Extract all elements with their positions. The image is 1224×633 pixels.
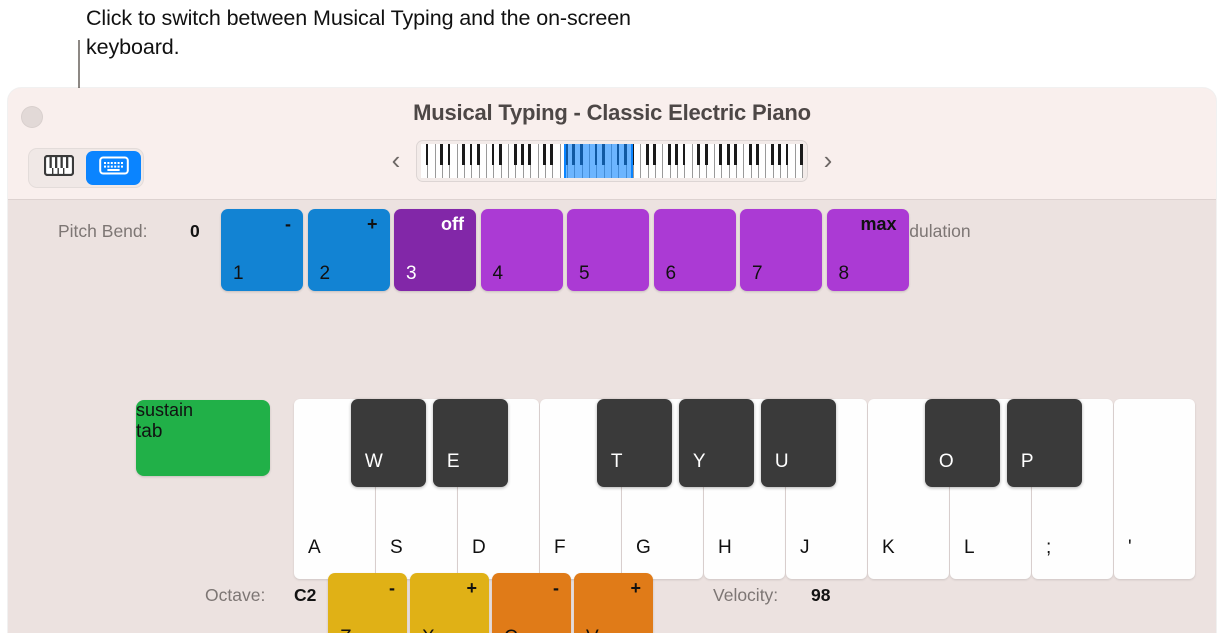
pitch-bend-label: Pitch Bend: — [58, 221, 148, 241]
key-char-label: V — [586, 628, 599, 633]
piano-white-key-label: L — [964, 537, 975, 558]
callout-text: Click to switch between Musical Typing a… — [86, 6, 631, 59]
piano-black-key-label: Y — [692, 451, 706, 472]
octave-next-arrow[interactable]: › — [818, 147, 838, 176]
mini-keyboard-overview[interactable] — [416, 140, 808, 182]
pitch-bend-value: 0 — [190, 221, 200, 241]
key-char-label: Z — [340, 628, 352, 633]
piano-black-key-label: E — [446, 451, 460, 472]
piano-black-key-label: W — [364, 451, 383, 472]
key-function-label: off — [441, 214, 464, 234]
piano-black-key[interactable]: O — [924, 399, 1000, 487]
mini-white-key — [479, 144, 488, 178]
computer-keyboard-icon — [98, 155, 129, 181]
mini-white-key — [531, 144, 539, 178]
piano-black-key-label: P — [1020, 451, 1034, 472]
octave-prev-arrow[interactable]: ‹ — [386, 147, 406, 176]
mini-white-key — [758, 144, 767, 178]
key-x[interactable]: +X — [410, 573, 489, 633]
piano-white-key-label: J — [800, 537, 810, 558]
piano-white-key-label: ; — [1046, 537, 1052, 558]
key-char-label: 4 — [492, 263, 504, 284]
mini-white-key — [604, 144, 612, 178]
mini-white-key — [736, 144, 745, 178]
piano-white-key-label: F — [554, 537, 566, 558]
sustain-function-label: sustain — [136, 400, 194, 420]
piano-mode-button[interactable] — [31, 151, 86, 185]
key-char-label: 5 — [579, 263, 590, 284]
window-titlebar: Musical Typing - Classic Electric Piano — [8, 88, 1216, 200]
piano-black-key[interactable]: W — [350, 399, 426, 487]
key-function-label: + — [366, 214, 378, 234]
key-function-label: - — [553, 578, 559, 598]
key-char-label: 3 — [406, 263, 417, 284]
piano-black-key-label: O — [938, 451, 954, 472]
mini-white-key — [707, 144, 715, 178]
piano-keys-icon — [43, 154, 74, 181]
key-char-label: C — [504, 628, 518, 633]
key-number-7[interactable]: 7 — [740, 209, 822, 291]
piano-black-key[interactable]: Y — [678, 399, 754, 487]
musical-typing-window: Musical Typing - Classic Electric Piano — [8, 88, 1216, 633]
mode-switch-group — [28, 148, 144, 188]
key-v[interactable]: +V — [574, 573, 653, 633]
velocity-value: 98 — [811, 585, 831, 605]
piano-black-key[interactable]: E — [432, 399, 508, 487]
mini-white-key — [501, 144, 510, 178]
key-function-label: max — [860, 214, 897, 234]
mini-white-key — [553, 144, 561, 178]
musical-typing-body: Pitch Bend: 0 Modulation -1 +2 off 3 4 5 6 7 max… — [8, 201, 1216, 633]
piano-white-key-label: S — [390, 537, 403, 558]
mini-white-key — [685, 144, 693, 178]
key-char-label: 6 — [665, 263, 677, 284]
piano-white-key-label: H — [718, 537, 732, 558]
piano-white-key-label: ' — [1128, 537, 1132, 558]
piano-white-key-label: D — [472, 537, 486, 558]
key-char-label: 1 — [233, 263, 244, 284]
piano-key-area: A S D F G H J K L; ' W E T Y U O P — [294, 399, 1196, 579]
mini-white-key — [428, 144, 436, 178]
octave-label: Octave: — [205, 585, 266, 605]
sustain-key-label: tab — [136, 421, 163, 442]
key-function-label: + — [466, 578, 477, 598]
mini-white-key — [788, 144, 796, 178]
key-number-5[interactable]: 5 — [567, 209, 649, 291]
mini-keyboard-keys — [421, 144, 803, 178]
piano-black-key[interactable]: P — [1006, 399, 1082, 487]
piano-white-key-label: K — [882, 537, 895, 558]
mini-black-key — [800, 144, 803, 166]
window-title: Musical Typing - Classic Electric Piano — [413, 100, 811, 125]
key-char-label: 8 — [838, 263, 850, 284]
key-function-label: - — [285, 214, 291, 234]
key-char-label: X — [422, 628, 435, 633]
piano-white-key-label: A — [308, 537, 321, 558]
typing-mode-button[interactable] — [86, 151, 141, 185]
piano-black-key-label: T — [610, 451, 623, 472]
piano-black-key[interactable]: T — [596, 399, 672, 487]
key-number-6[interactable]: 6 — [653, 209, 736, 291]
key-number-8[interactable]: max 8 — [826, 209, 909, 291]
key-z[interactable]: -Z — [328, 573, 407, 633]
key-number-2[interactable]: +2 — [307, 209, 390, 291]
piano-black-key[interactable]: U — [760, 399, 836, 487]
key-sustain-tab[interactable]: sustain tab — [136, 400, 270, 476]
mini-white-key — [582, 144, 590, 178]
piano-white-key-label: G — [636, 537, 651, 558]
velocity-label: Velocity: — [713, 585, 779, 605]
key-number-4[interactable]: 4 — [480, 209, 563, 291]
mini-white-key — [656, 144, 664, 178]
key-function-label: - — [389, 578, 395, 598]
key-char-label: 2 — [319, 263, 331, 284]
key-number-3[interactable]: off 3 — [394, 209, 476, 291]
key-c[interactable]: -C — [492, 573, 571, 633]
key-function-label: + — [630, 578, 641, 598]
key-char-label: 7 — [752, 263, 763, 284]
key-number-1[interactable]: -1 — [221, 209, 303, 291]
octave-value: C2 — [294, 585, 317, 605]
octave-navigator: ‹ › — [386, 140, 838, 182]
mini-white-key — [450, 144, 458, 178]
piano-white-key[interactable]: ' — [1114, 399, 1196, 579]
piano-black-key-label: U — [774, 451, 789, 472]
mini-white-key — [634, 144, 642, 178]
